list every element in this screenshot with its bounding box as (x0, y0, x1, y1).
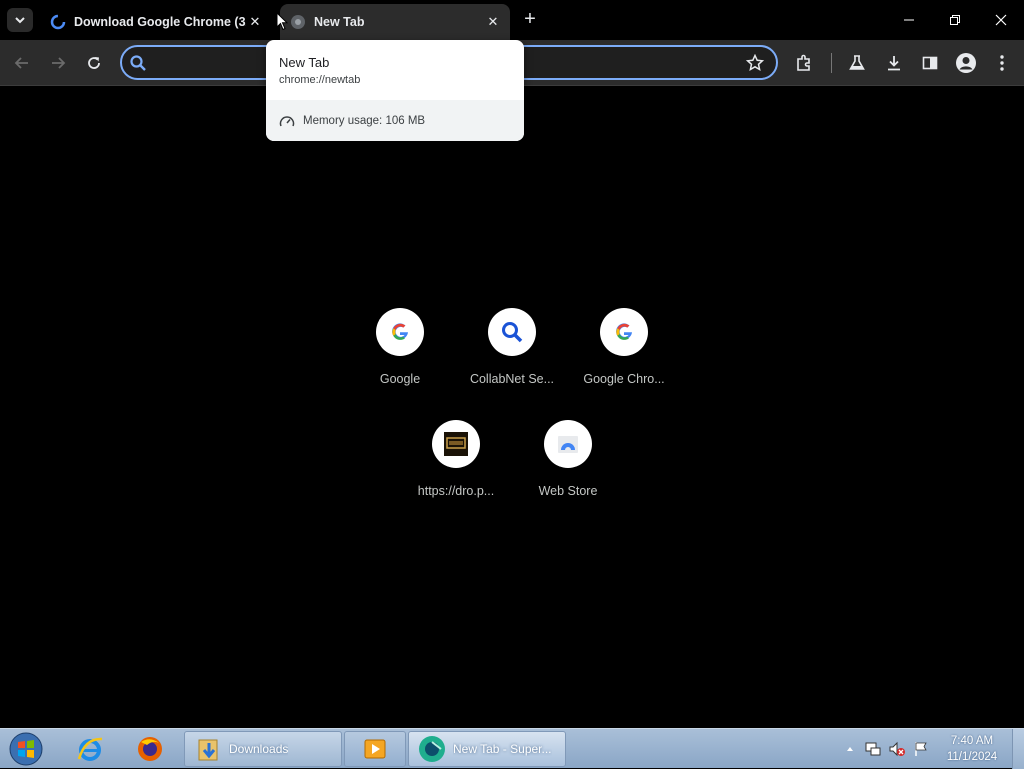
show-hidden-icons-icon[interactable] (844, 743, 856, 755)
shortcut-tile[interactable]: Web Store (512, 420, 624, 520)
arrow-right-icon (52, 57, 66, 69)
tab-new-tab[interactable]: New Tab ✕ (280, 4, 510, 40)
new-tab-button[interactable]: + (519, 9, 541, 31)
taskbar-app-label: Downloads (229, 742, 289, 756)
google-g-icon (392, 323, 408, 340)
internet-explorer-icon (77, 737, 103, 761)
show-desktop-button[interactable] (1012, 729, 1024, 769)
folder-icon (198, 739, 218, 761)
tab-title: Download Google Chrome (32 (74, 15, 246, 29)
shortcut-tile[interactable]: CollabNet Se... (456, 308, 568, 408)
shortcut-icon-circle (376, 308, 424, 356)
media-player-icon (364, 739, 386, 759)
shortcut-icon-circle (600, 308, 648, 356)
title-bar: Download Google Chrome (32 ✕ New Tab ✕ + (0, 0, 1024, 40)
shortcut-icon-circle (488, 308, 536, 356)
action-center-flag-icon[interactable] (912, 740, 930, 758)
close-window-button[interactable] (983, 6, 1019, 34)
labs-button[interactable] (845, 51, 869, 75)
volume-muted-icon[interactable] (888, 740, 906, 758)
network-icon[interactable] (864, 740, 882, 758)
tab-title: New Tab (314, 15, 365, 29)
minimize-icon (904, 19, 914, 21)
download-icon (888, 56, 900, 71)
chevron-down-icon (15, 17, 25, 24)
tab-download-chrome[interactable]: Download Google Chrome (32 ✕ (40, 4, 272, 40)
tab-hover-card: New Tab chrome://newtab Memory usage: 10… (266, 40, 524, 141)
taskbar-app-downloads[interactable]: Downloads (184, 731, 342, 767)
search-magnifier-icon (502, 322, 523, 343)
web-store-icon (558, 436, 578, 453)
close-tab-icon[interactable]: ✕ (484, 13, 502, 31)
windows-start-icon (9, 732, 43, 766)
shortcut-tile[interactable]: https://dro.p... (400, 420, 512, 520)
more-vertical-icon (1000, 55, 1004, 71)
shortcut-tile[interactable]: Google (344, 308, 456, 408)
extensions-button[interactable] (792, 51, 816, 75)
forward-button[interactable] (46, 51, 70, 75)
shortcut-icon-circle (432, 420, 480, 468)
firefox-launcher[interactable] (130, 731, 170, 767)
search-icon (130, 55, 146, 71)
start-button[interactable] (6, 731, 46, 767)
taskbar-app-label: New Tab - Super... (453, 742, 552, 756)
puzzle-icon (797, 54, 810, 71)
hover-card-title: New Tab (279, 55, 330, 70)
hover-card-header: New Tab chrome://newtab (266, 40, 524, 100)
shortcut-icon-circle (544, 420, 592, 468)
taskbar-app-media-player[interactable] (344, 731, 406, 767)
flask-icon (849, 55, 865, 70)
back-button[interactable] (10, 51, 34, 75)
shortcut-tile[interactable]: Google Chro... (568, 308, 680, 408)
menu-button[interactable] (990, 51, 1014, 75)
reload-button[interactable] (82, 51, 106, 75)
downloads-button[interactable] (882, 51, 906, 75)
arrow-left-icon (14, 57, 28, 69)
hover-card-url: chrome://newtab (279, 74, 361, 86)
loading-spinner-icon (50, 14, 66, 30)
browser-app-icon (419, 736, 445, 762)
shortcut-label: Google Chro... (583, 372, 665, 386)
minimize-button[interactable] (891, 6, 927, 34)
side-panel-icon (922, 56, 938, 70)
shortcut-label: CollabNet Se... (469, 372, 555, 386)
close-icon (995, 14, 1007, 26)
firefox-icon (138, 737, 162, 761)
shortcut-label: Google (379, 372, 421, 386)
taskbar-app-new-tab[interactable]: New Tab - Super... (408, 731, 566, 767)
chrome-icon (291, 15, 305, 29)
shortcut-label: Web Store (538, 484, 598, 498)
toolbar-divider (831, 53, 832, 73)
system-tray (844, 729, 930, 769)
gauge-icon (279, 115, 295, 126)
close-tab-icon[interactable]: ✕ (246, 13, 264, 31)
shortcut-label: https://dro.p... (417, 484, 495, 498)
internet-explorer-launcher[interactable] (70, 731, 110, 767)
side-panel-button[interactable] (918, 51, 942, 75)
star-icon[interactable] (746, 54, 764, 72)
memory-usage-text: Memory usage: 106 MB (303, 114, 426, 127)
clock-date: 11/1/2024 (946, 751, 998, 763)
google-g-icon (616, 323, 632, 340)
taskbar: Downloads New Tab - Super... 7:40 AM 11/… (0, 728, 1024, 769)
restore-button[interactable] (937, 6, 973, 34)
profile-button[interactable] (954, 51, 978, 75)
tab-search-button[interactable] (7, 8, 33, 32)
taskbar-clock[interactable]: 7:40 AM 11/1/2024 (938, 733, 1006, 765)
site-thumbnail-icon (444, 432, 468, 456)
hover-card-memory: Memory usage: 106 MB (266, 100, 524, 141)
clock-time: 7:40 AM (950, 735, 994, 747)
mouse-cursor-icon (276, 12, 288, 31)
restore-icon (950, 15, 960, 25)
avatar-icon (956, 53, 976, 73)
reload-icon (88, 57, 100, 69)
